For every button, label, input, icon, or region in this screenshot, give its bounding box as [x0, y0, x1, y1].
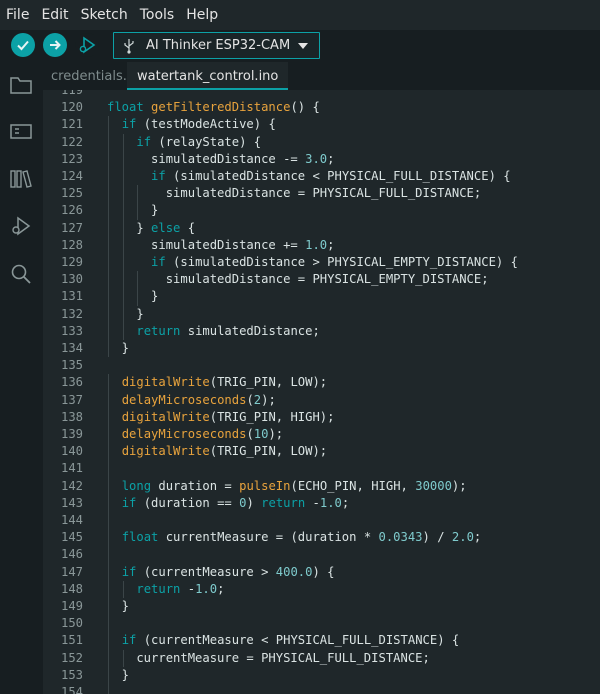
- line-number: 146: [60, 547, 83, 562]
- verify-button[interactable]: [11, 33, 35, 57]
- line-number: 149: [60, 599, 83, 613]
- menu-tools[interactable]: Tools: [134, 7, 181, 23]
- code-text: digitalWrite(TRIG_PIN, HIGH);: [121, 409, 335, 424]
- board-selector[interactable]: AI Thinker ESP32-CAM: [113, 32, 320, 59]
- code-text: digitalWrite(TRIG_PIN, LOW);: [121, 444, 328, 459]
- line-number: 133: [60, 323, 83, 338]
- board-icon[interactable]: [9, 120, 33, 142]
- code-text: }: [107, 341, 130, 355]
- upload-icon: [50, 40, 61, 50]
- debug-icon: [79, 36, 96, 54]
- code-text: digitalWrite(TRIG_PIN, LOW);: [121, 375, 328, 390]
- line-number: 131: [60, 289, 83, 304]
- code-text: simulatedDistance += 1.0;: [107, 237, 335, 252]
- code-text: if (simulatedDistance < PHYSICAL_FULL_DI…: [151, 169, 511, 183]
- line-number: 153: [60, 667, 83, 682]
- line-number: 126: [60, 203, 83, 218]
- code-text: return simulatedDistance;: [136, 323, 320, 338]
- code-text: simulatedDistance = PHYSICAL_EMPTY_DISTA…: [107, 272, 489, 287]
- code-text: currentMeasure = PHYSICAL_FULL_DISTANCE;: [107, 650, 430, 665]
- line-number: 132: [60, 306, 83, 321]
- line-number: 127: [60, 220, 83, 235]
- folder-icon[interactable]: [9, 74, 33, 96]
- code-text: if (currentMeasure < PHYSICAL_FULL_DISTA…: [121, 633, 460, 648]
- library-icon[interactable]: [9, 168, 33, 190]
- usb-icon: [124, 39, 134, 54]
- menu-help[interactable]: Help: [180, 7, 224, 23]
- toolbar: AI Thinker ESP32-CAM: [0, 30, 600, 62]
- menu-file[interactable]: File: [0, 7, 35, 23]
- code-text: }: [107, 667, 130, 682]
- debug-button[interactable]: [75, 33, 99, 57]
- line-number: 122: [60, 134, 83, 149]
- code-text: if (testModeActive) {: [121, 117, 276, 132]
- line-number: 147: [60, 564, 83, 579]
- verify-icon: [17, 40, 29, 51]
- line-number: 120: [60, 100, 83, 115]
- code-text: if (duration == 0) return -1.0;: [121, 495, 350, 510]
- line-number: 134: [60, 341, 83, 355]
- line-number: 129: [60, 255, 83, 269]
- tab-credentials[interactable]: credentials.h: [51, 62, 135, 90]
- line-number: 137: [60, 392, 83, 407]
- menu-edit[interactable]: Edit: [35, 7, 74, 23]
- line-number: 125: [60, 186, 83, 201]
- code-text: if (relayState) {: [136, 134, 262, 149]
- board-name: AI Thinker ESP32-CAM: [146, 38, 291, 53]
- line-number: 128: [60, 237, 83, 252]
- code-text: float currentMeasure = (duration * 0.034…: [121, 530, 482, 545]
- menu-bar: File Edit Sketch Tools Help: [0, 0, 600, 30]
- sidebar: [0, 62, 43, 694]
- debug-icon[interactable]: [9, 214, 33, 238]
- line-number: 130: [60, 272, 83, 287]
- code-editor[interactable]: 119 120 float getFilteredDistance() { 121 i…: [43, 90, 600, 694]
- chevron-down-icon: [298, 43, 308, 49]
- line-number: 154: [60, 685, 83, 694]
- code-text: delayMicroseconds(10);: [121, 427, 284, 441]
- line-number: 119: [60, 90, 83, 97]
- line-number: 145: [60, 530, 83, 545]
- line-number: 124: [60, 169, 83, 183]
- code-text: }: [107, 203, 159, 218]
- tab-bar: credentials.h watertank_control.ino: [43, 62, 600, 90]
- upload-button[interactable]: [43, 33, 67, 57]
- code-text: float getFilteredDistance() {: [107, 100, 320, 115]
- line-number: 123: [60, 151, 83, 166]
- code-text: }: [107, 289, 159, 304]
- line-number: 140: [60, 444, 83, 459]
- line-number: 135: [60, 358, 83, 373]
- line-number: 152: [60, 650, 83, 665]
- line-number: 142: [60, 478, 83, 493]
- line-number: 138: [60, 409, 83, 424]
- line-number: 148: [60, 581, 83, 596]
- tab-watertank-control[interactable]: watertank_control.ino: [127, 62, 289, 90]
- code-text: long duration = pulseIn(ECHO_PIN, HIGH, …: [121, 478, 467, 493]
- line-number: 136: [60, 375, 83, 390]
- code-text: }: [107, 306, 144, 321]
- line-number: 139: [60, 427, 83, 441]
- line-number: 150: [60, 616, 83, 631]
- line-number: 141: [60, 461, 83, 476]
- code-text: } else {: [107, 220, 196, 235]
- line-number: 151: [60, 633, 83, 648]
- code-text: return -1.0;: [136, 581, 225, 596]
- code-text: simulatedDistance = PHYSICAL_FULL_DISTAN…: [107, 186, 482, 201]
- search-icon[interactable]: [9, 262, 33, 286]
- menu-sketch[interactable]: Sketch: [75, 7, 134, 23]
- code-text: if (simulatedDistance > PHYSICAL_EMPTY_D…: [151, 255, 518, 269]
- line-number: 143: [60, 495, 83, 510]
- code-text: delayMicroseconds(2);: [121, 392, 276, 407]
- code-text: if (currentMeasure > 400.0) {: [121, 564, 335, 579]
- code-text: }: [107, 599, 130, 613]
- line-number: 144: [60, 513, 83, 527]
- code-text: simulatedDistance -= 3.0;: [107, 151, 335, 166]
- line-number: 121: [60, 117, 83, 132]
